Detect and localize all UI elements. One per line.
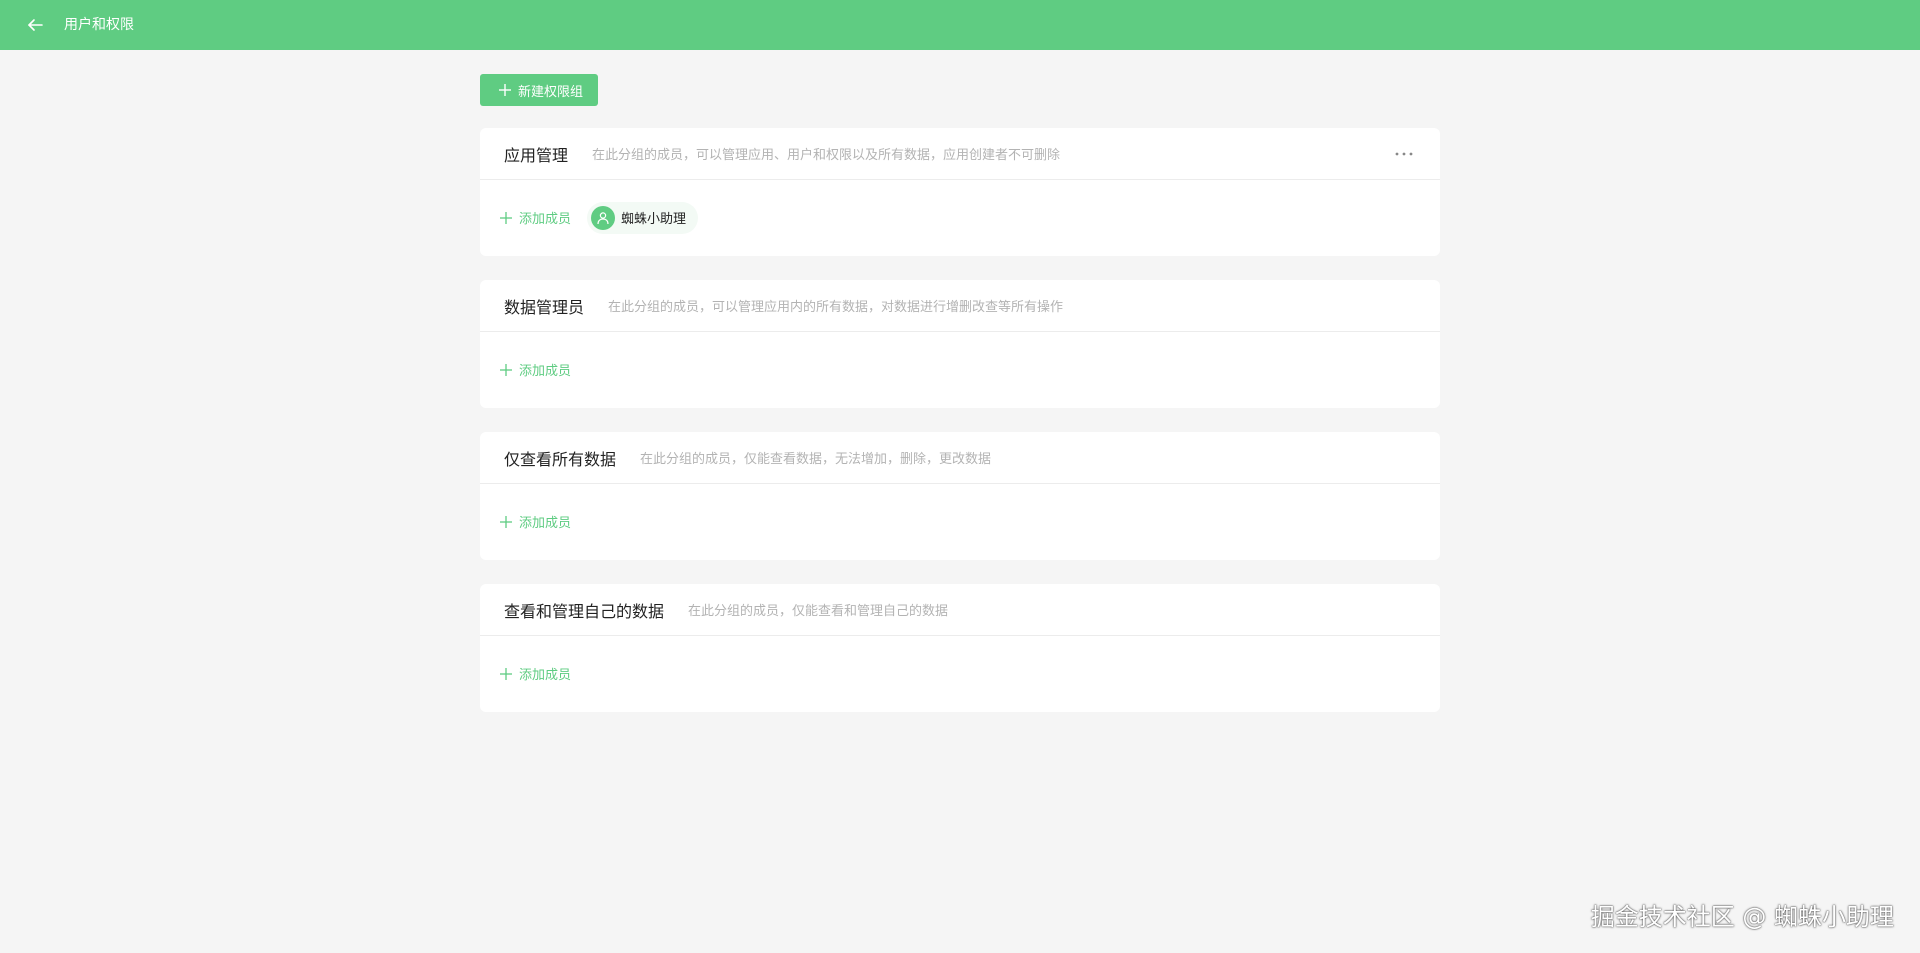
group-header: 应用管理 在此分组的成员，可以管理应用、用户和权限以及所有数据，应用创建者不可删… bbox=[480, 128, 1440, 180]
group-body: 添加成员 bbox=[480, 484, 1440, 559]
group-description: 在此分组的成员，仅能查看和管理自己的数据 bbox=[688, 604, 949, 619]
page-title: 用户和权限 bbox=[64, 17, 134, 33]
plus-icon bbox=[500, 211, 512, 224]
more-options-icon[interactable] bbox=[1392, 144, 1416, 164]
group-header: 查看和管理自己的数据 在此分组的成员，仅能查看和管理自己的数据 bbox=[480, 584, 1440, 636]
group-title: 应用管理 bbox=[504, 145, 569, 165]
group-header: 仅查看所有数据 在此分组的成员，仅能查看数据，无法增加，删除，更改数据 bbox=[480, 432, 1440, 484]
add-member-button[interactable]: 添加成员 bbox=[499, 360, 571, 379]
group-title: 仅查看所有数据 bbox=[504, 449, 617, 469]
add-member-label: 添加成员 bbox=[519, 212, 572, 227]
member-name: 蜘蛛小助理 bbox=[621, 212, 687, 227]
plus-icon bbox=[500, 515, 512, 528]
group-header: 数据管理员 在此分组的成员，可以管理应用内的所有数据，对数据进行增删改查等所有操… bbox=[480, 280, 1440, 332]
add-member-label: 添加成员 bbox=[519, 668, 572, 683]
member-chip[interactable]: 蜘蛛小助理 bbox=[587, 201, 699, 234]
add-member-button[interactable]: 添加成员 bbox=[499, 208, 571, 227]
add-member-button[interactable]: 添加成员 bbox=[499, 664, 571, 683]
group-description: 在此分组的成员，仅能查看数据，无法增加，删除，更改数据 bbox=[640, 452, 992, 467]
main-content: 新建权限组 应用管理 在此分组的成员，可以管理应用、用户和权限以及所有数据，应用… bbox=[480, 74, 1440, 712]
plus-icon bbox=[500, 667, 512, 680]
arrow-left-icon[interactable] bbox=[26, 15, 46, 35]
permission-group-card: 查看和管理自己的数据 在此分组的成员，仅能查看和管理自己的数据 添加成员 bbox=[480, 584, 1440, 712]
new-permission-group-label: 新建权限组 bbox=[518, 84, 584, 100]
group-title: 查看和管理自己的数据 bbox=[504, 601, 665, 621]
watermark: 掘金技术社区 @ 蜘蛛小助理 bbox=[1590, 903, 1894, 931]
group-description: 在此分组的成员，可以管理应用内的所有数据，对数据进行增删改查等所有操作 bbox=[608, 300, 1064, 315]
permission-group-card: 数据管理员 在此分组的成员，可以管理应用内的所有数据，对数据进行增删改查等所有操… bbox=[480, 280, 1440, 408]
plus-icon bbox=[499, 84, 511, 96]
group-body: 添加成员 bbox=[480, 332, 1440, 407]
permission-group-card: 应用管理 在此分组的成员，可以管理应用、用户和权限以及所有数据，应用创建者不可删… bbox=[480, 128, 1440, 256]
add-member-label: 添加成员 bbox=[519, 364, 572, 379]
plus-icon bbox=[500, 363, 512, 376]
group-body: 添加成员 bbox=[480, 636, 1440, 711]
group-description: 在此分组的成员，可以管理应用、用户和权限以及所有数据，应用创建者不可删除 bbox=[592, 148, 1061, 163]
add-member-button[interactable]: 添加成员 bbox=[499, 512, 571, 531]
top-bar: 用户和权限 bbox=[0, 0, 1920, 50]
permission-group-card: 仅查看所有数据 在此分组的成员，仅能查看数据，无法增加，删除，更改数据 添加成员 bbox=[480, 432, 1440, 560]
group-title: 数据管理员 bbox=[504, 297, 585, 317]
add-member-label: 添加成员 bbox=[519, 516, 572, 531]
new-permission-group-button[interactable]: 新建权限组 bbox=[480, 74, 599, 106]
user-avatar-icon bbox=[591, 205, 616, 230]
group-body: 添加成员 蜘蛛小助理 bbox=[480, 180, 1440, 255]
